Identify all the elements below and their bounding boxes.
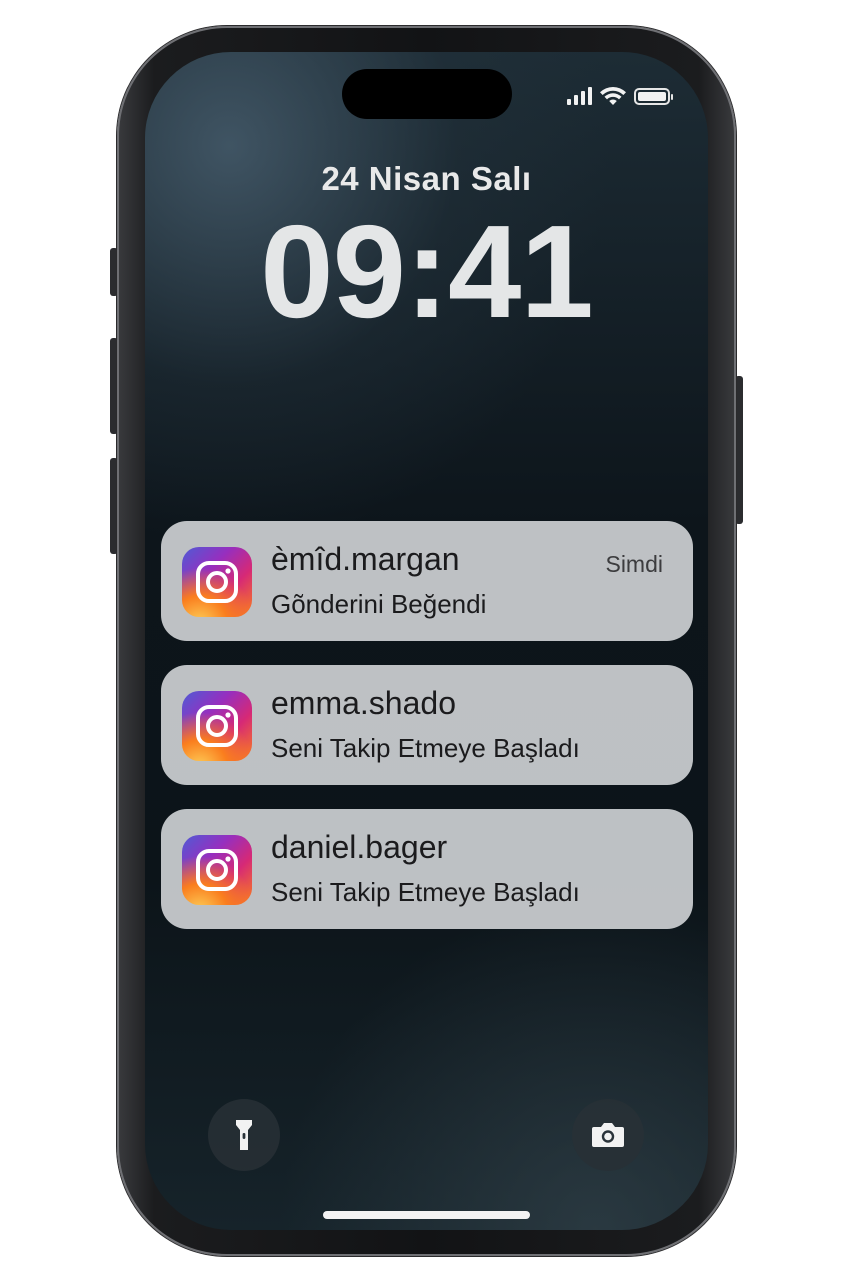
notification-username: emma.shado [271,685,456,721]
notification-username: daniel.bager [271,829,448,865]
cellular-signal-icon [567,87,592,105]
status-bar [567,86,673,106]
notification-message: Gõnderini Beğendi [271,589,487,619]
battery-fill [638,91,666,101]
notification-username: èmîd.margan [271,541,460,577]
side-button[interactable] [735,376,743,524]
home-indicator[interactable] [323,1211,530,1219]
wifi-icon [600,86,626,105]
lock-date: 24 Nisan Salı [321,160,532,197]
notification-message: Seni Takip Etmeye Başladı [271,733,580,763]
notification-message: Seni Takip Etmeye Başladı [271,877,580,907]
camera-button[interactable] [572,1099,644,1171]
notification-card[interactable]: daniel.bager Seni Takip Etmeye Başladı [161,809,693,929]
instagram-icon [182,691,252,761]
camera-icon [592,1123,624,1147]
lock-screen: 24 Nisan Salı 09:41 èmîd.margan Gõnderi… [145,52,708,1230]
notification-time: Simdi [605,551,663,577]
notification-card[interactable]: èmîd.margan Gõnderini Beğendi Simdi [161,521,693,641]
battery-icon [634,87,673,105]
dynamic-island [342,69,512,119]
flashlight-button[interactable] [208,1099,280,1171]
lock-clock: 09:41 [260,198,594,345]
instagram-icon [182,547,252,617]
instagram-icon [182,835,252,905]
flashlight-icon [236,1120,252,1150]
notification-card[interactable]: emma.shado Seni Takip Etmeye Başladı [161,665,693,785]
